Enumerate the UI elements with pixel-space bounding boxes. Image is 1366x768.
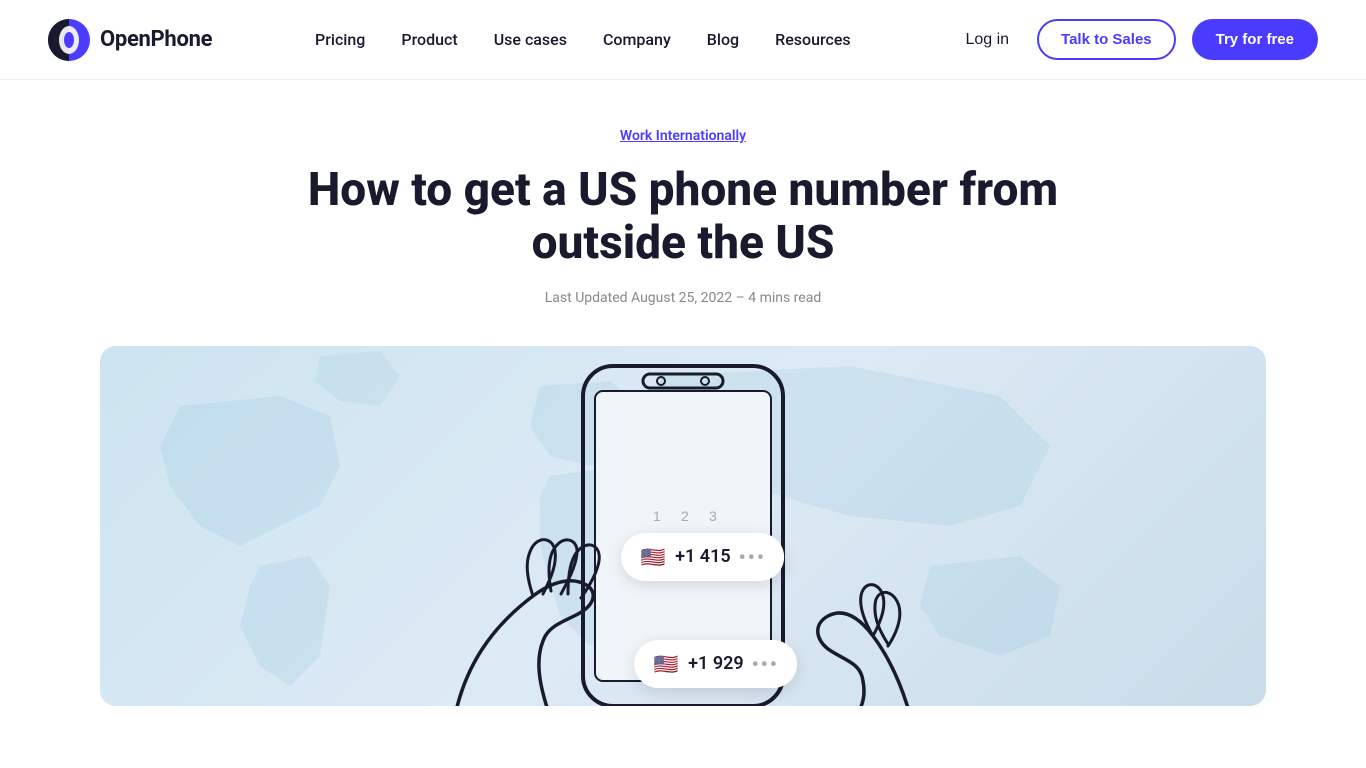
svg-text:1: 1 [653, 508, 661, 524]
try-for-free-button[interactable]: Try for free [1192, 19, 1318, 60]
bubble-dots-bottom: ••• [752, 652, 779, 676]
login-button[interactable]: Log in [953, 23, 1021, 57]
nav-item-company[interactable]: Company [603, 30, 671, 49]
site-header: OpenPhone Pricing Product Use cases Comp… [0, 0, 1366, 80]
us-flag-icon-top: 🇺🇸 [639, 543, 667, 571]
phone-number-bottom: +1 929 [688, 653, 744, 674]
phone-bubble-top: 🇺🇸 +1 415 ••• [621, 533, 784, 581]
nav-item-blog[interactable]: Blog [707, 30, 739, 49]
main-content: Work Internationally How to get a US pho… [0, 80, 1366, 706]
nav-item-use-cases[interactable]: Use cases [494, 30, 567, 49]
svg-text:3: 3 [709, 508, 717, 524]
logo-text: OpenPhone [100, 27, 212, 52]
article-meta: Last Updated August 25, 2022 – 4 mins re… [545, 290, 821, 306]
hero-image: 1 2 3 4 5 6 7 8 9 🇺🇸 +1 415 ••• [100, 346, 1266, 706]
phone-number-top: +1 415 [675, 546, 731, 567]
svg-text:2: 2 [681, 508, 689, 524]
phone-bubble-bottom: 🇺🇸 +1 929 ••• [634, 640, 797, 688]
logo-icon [48, 19, 90, 61]
header-actions: Log in Talk to Sales Try for free [953, 19, 1318, 60]
nav-item-pricing[interactable]: Pricing [315, 30, 365, 49]
article-title: How to get a US phone number from outsid… [293, 164, 1073, 270]
nav-item-resources[interactable]: Resources [775, 30, 851, 49]
logo-link[interactable]: OpenPhone [48, 19, 212, 61]
category-tag[interactable]: Work Internationally [620, 128, 746, 144]
bubble-dots-top: ••• [739, 545, 766, 569]
main-nav: Pricing Product Use cases Company Blog R… [315, 30, 851, 49]
nav-item-product[interactable]: Product [401, 30, 457, 49]
us-flag-icon-bottom: 🇺🇸 [652, 650, 680, 678]
talk-to-sales-button[interactable]: Talk to Sales [1037, 19, 1176, 60]
